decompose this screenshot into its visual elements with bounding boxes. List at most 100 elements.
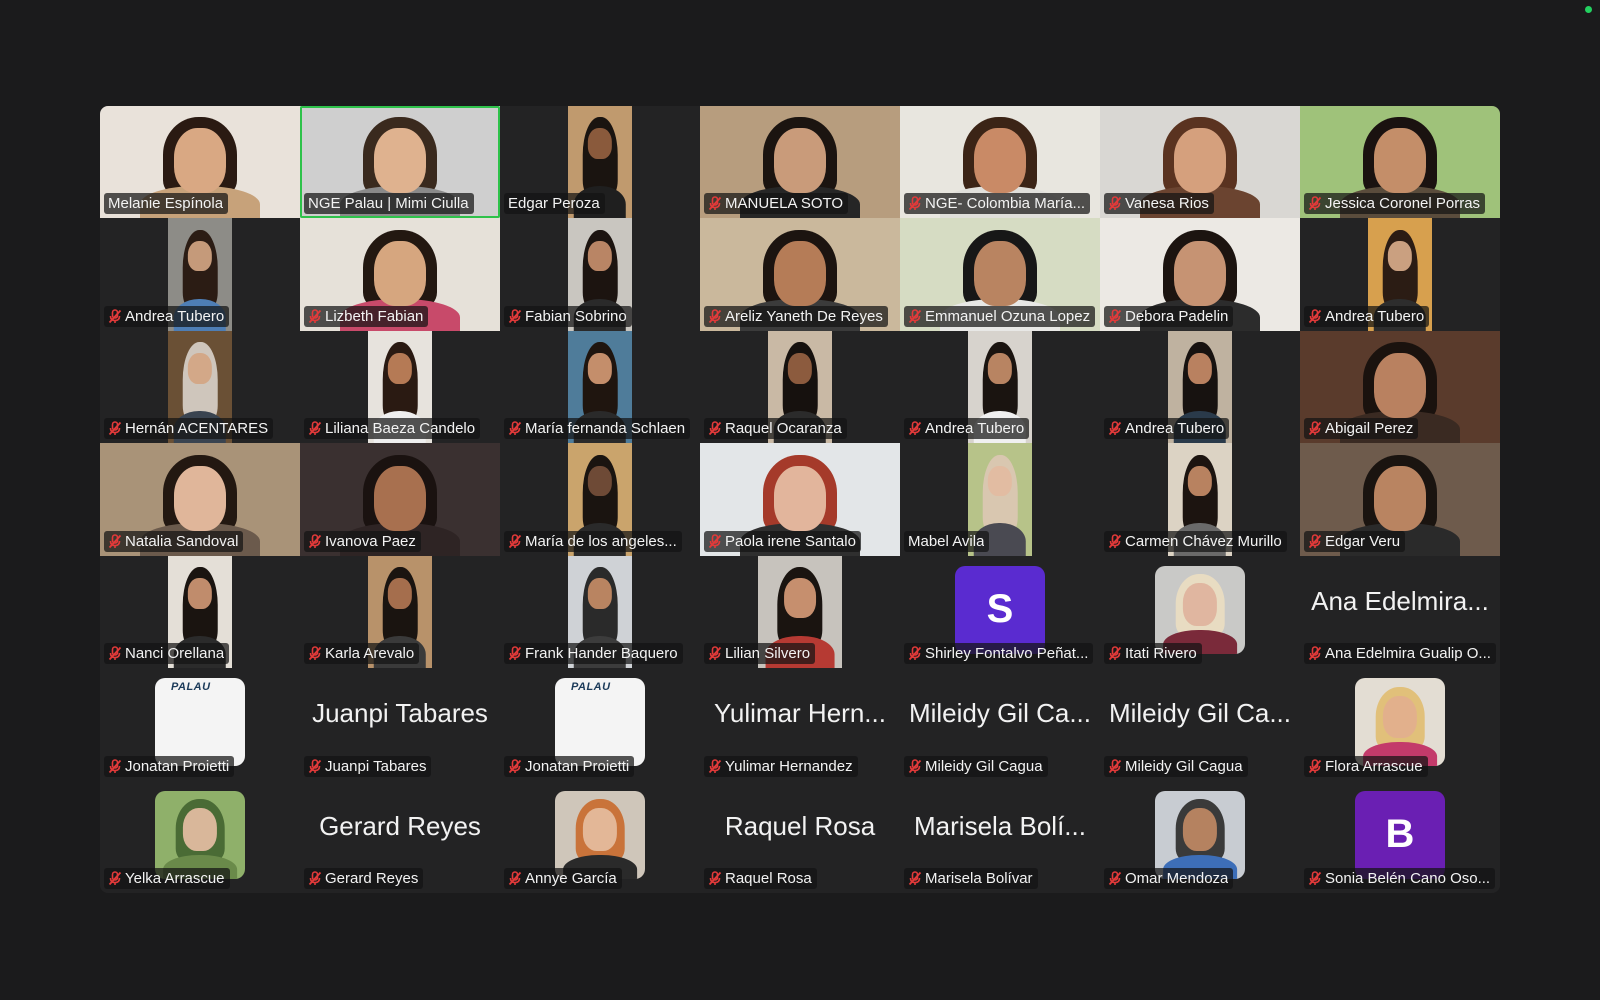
participant-tile[interactable]: NGE Palau | Mimi Ciulla [300, 106, 500, 219]
participant-tile[interactable]: Andrea Tubero [900, 330, 1100, 444]
participant-name: Juanpi Tabares [325, 757, 427, 775]
participant-name-label: Debora Padelin [1104, 305, 1234, 327]
participant-tile[interactable]: B Sonia Belén Cano Oso... [1300, 780, 1500, 893]
participant-tile[interactable]: Natalia Sandoval [100, 443, 300, 556]
participant-tile[interactable]: Andrea Tubero [100, 218, 300, 331]
participant-tile[interactable]: Karla Arevalo [300, 555, 500, 669]
muted-mic-icon [108, 533, 122, 548]
participant-tile[interactable]: Yulimar Hern... Yulimar Hernandez [700, 668, 900, 781]
participant-tile[interactable]: Liliana Baeza Candelo [300, 330, 500, 444]
participant-tile[interactable]: Yelka Arrascue [100, 780, 300, 893]
participant-name: Jonatan Proietti [525, 757, 630, 775]
palau-logo-avatar: PALAU [155, 678, 245, 767]
participant-name-label: María de los angeles... [504, 530, 682, 552]
muted-mic-icon [1108, 758, 1122, 773]
participant-name: María de los angeles... [525, 532, 677, 550]
participant-tile[interactable]: Gerard Reyes Gerard Reyes [300, 780, 500, 893]
participant-name-label: Ivanova Paez [304, 530, 421, 552]
participant-tile[interactable]: Hernán ACENTARES [100, 330, 300, 444]
participant-face [174, 128, 226, 194]
participant-face [974, 240, 1026, 306]
participant-name: Shirley Fontalvo Peñat... [925, 645, 1089, 663]
participant-face [1182, 808, 1218, 851]
display-name-placeholder: Gerard Reyes [319, 810, 481, 841]
participant-tile[interactable]: Lizbeth Fabian [300, 218, 500, 331]
participant-tile[interactable]: Edgar Veru [1300, 443, 1500, 556]
participant-tile[interactable]: Itati Rivero [1100, 555, 1300, 669]
muted-mic-icon [308, 646, 322, 661]
participant-tile[interactable]: Mileidy Gil Ca... Mileidy Gil Cagua [900, 668, 1100, 781]
participant-name: Hernán ACENTARES [125, 420, 269, 438]
participant-face [387, 353, 413, 384]
participant-name-label: Andrea Tubero [1104, 418, 1230, 440]
participant-tile[interactable]: María de los angeles... [500, 443, 700, 556]
muted-mic-icon [1108, 533, 1122, 548]
participant-face [187, 578, 213, 609]
participant-tile[interactable]: Juanpi Tabares Juanpi Tabares [300, 668, 500, 781]
participant-name-label: Liliana Baeza Candelo [304, 418, 481, 440]
participant-face [1374, 465, 1426, 531]
participant-tile[interactable]: Mabel Avila [900, 443, 1100, 556]
participant-tile[interactable]: Annye García [500, 780, 700, 893]
muted-mic-icon [308, 309, 322, 323]
participant-tile[interactable]: PALAU Jonatan Proietti [500, 668, 700, 781]
participant-tile[interactable]: Omar Mendoza [1100, 780, 1300, 893]
participant-tile[interactable]: Vanesa Rios [1100, 106, 1300, 219]
muted-mic-icon [908, 421, 922, 436]
participant-tile[interactable]: Raquel Rosa Raquel Rosa [700, 780, 900, 893]
participant-name: MANUELA SOTO [725, 195, 844, 213]
participant-tile[interactable]: Marisela Bolí... Marisela Bolívar [900, 780, 1100, 893]
participant-name-label: Annye García [504, 867, 622, 889]
participant-tile[interactable]: Ana Edelmira... Ana Edelmira Gualip O... [1300, 555, 1500, 669]
participant-face [1187, 465, 1213, 497]
participant-name: Jessica Coronel Porras [1325, 195, 1481, 213]
logo-text: PALAU [171, 681, 211, 694]
participant-tile[interactable]: NGE- Colombia María... [900, 106, 1100, 219]
participant-name-label: Edgar Peroza [504, 193, 605, 215]
participant-name: Yulimar Hernandez [725, 757, 853, 775]
muted-mic-icon [908, 758, 922, 773]
initial-avatar: S [955, 565, 1045, 654]
participant-tile[interactable]: Abigail Perez [1300, 330, 1500, 444]
participant-face [1182, 583, 1218, 627]
participant-tile[interactable]: Jessica Coronel Porras [1300, 106, 1500, 219]
muted-mic-icon [1308, 421, 1322, 436]
participant-tile[interactable]: Raquel Ocaranza [700, 330, 900, 444]
participant-tile[interactable]: Emmanuel Ozuna Lopez [900, 218, 1100, 331]
muted-mic-icon [308, 421, 322, 436]
participant-tile[interactable]: María fernanda Schlaen [500, 330, 700, 444]
participant-name: Abigail Perez [1325, 420, 1414, 438]
participant-tile[interactable]: Lilian Silvero [700, 555, 900, 669]
participant-tile[interactable]: S Shirley Fontalvo Peñat... [900, 555, 1100, 669]
participant-tile[interactable]: Areliz Yaneth De Reyes [700, 218, 900, 331]
muted-mic-icon [908, 646, 922, 661]
participant-tile[interactable]: Andrea Tubero [1300, 218, 1500, 331]
participant-tile[interactable]: Melanie Espínola [100, 106, 300, 219]
participant-tile[interactable]: MANUELA SOTO [700, 106, 900, 219]
participant-tile[interactable]: Flora Arrascue [1300, 668, 1500, 781]
participant-tile[interactable]: Carmen Chávez Murillo [1100, 443, 1300, 556]
participant-name-label: Mileidy Gil Cagua [904, 755, 1048, 777]
participant-name: Andrea Tubero [925, 420, 1025, 438]
muted-mic-icon [508, 421, 522, 436]
participant-face [174, 465, 226, 531]
participant-tile[interactable]: Debora Padelin [1100, 218, 1300, 331]
participant-tile[interactable]: Fabian Sobrino [500, 218, 700, 331]
participant-tile[interactable]: PALAU Jonatan Proietti [100, 668, 300, 781]
participant-tile[interactable]: Mileidy Gil Ca... Mileidy Gil Cagua [1100, 668, 1300, 781]
muted-mic-icon [1308, 646, 1322, 661]
participant-name: Edgar Veru [1325, 532, 1401, 550]
participant-tile[interactable]: Nanci Orellana [100, 555, 300, 669]
participant-tile[interactable]: Paola irene Santalo [700, 443, 900, 556]
muted-mic-icon [708, 421, 722, 436]
participant-face [987, 465, 1013, 497]
participant-name: Paola irene Santalo [725, 532, 856, 550]
muted-mic-icon [1308, 309, 1322, 323]
participant-tile[interactable]: Edgar Peroza [500, 106, 700, 219]
participant-tile[interactable]: Ivanova Paez [300, 443, 500, 556]
display-name-placeholder: Mileidy Gil Ca... [908, 698, 1092, 729]
participant-tile[interactable]: Andrea Tubero [1100, 330, 1300, 444]
participant-face [987, 353, 1013, 384]
participant-face [374, 240, 426, 306]
participant-tile[interactable]: Frank Hander Baquero [500, 555, 700, 669]
